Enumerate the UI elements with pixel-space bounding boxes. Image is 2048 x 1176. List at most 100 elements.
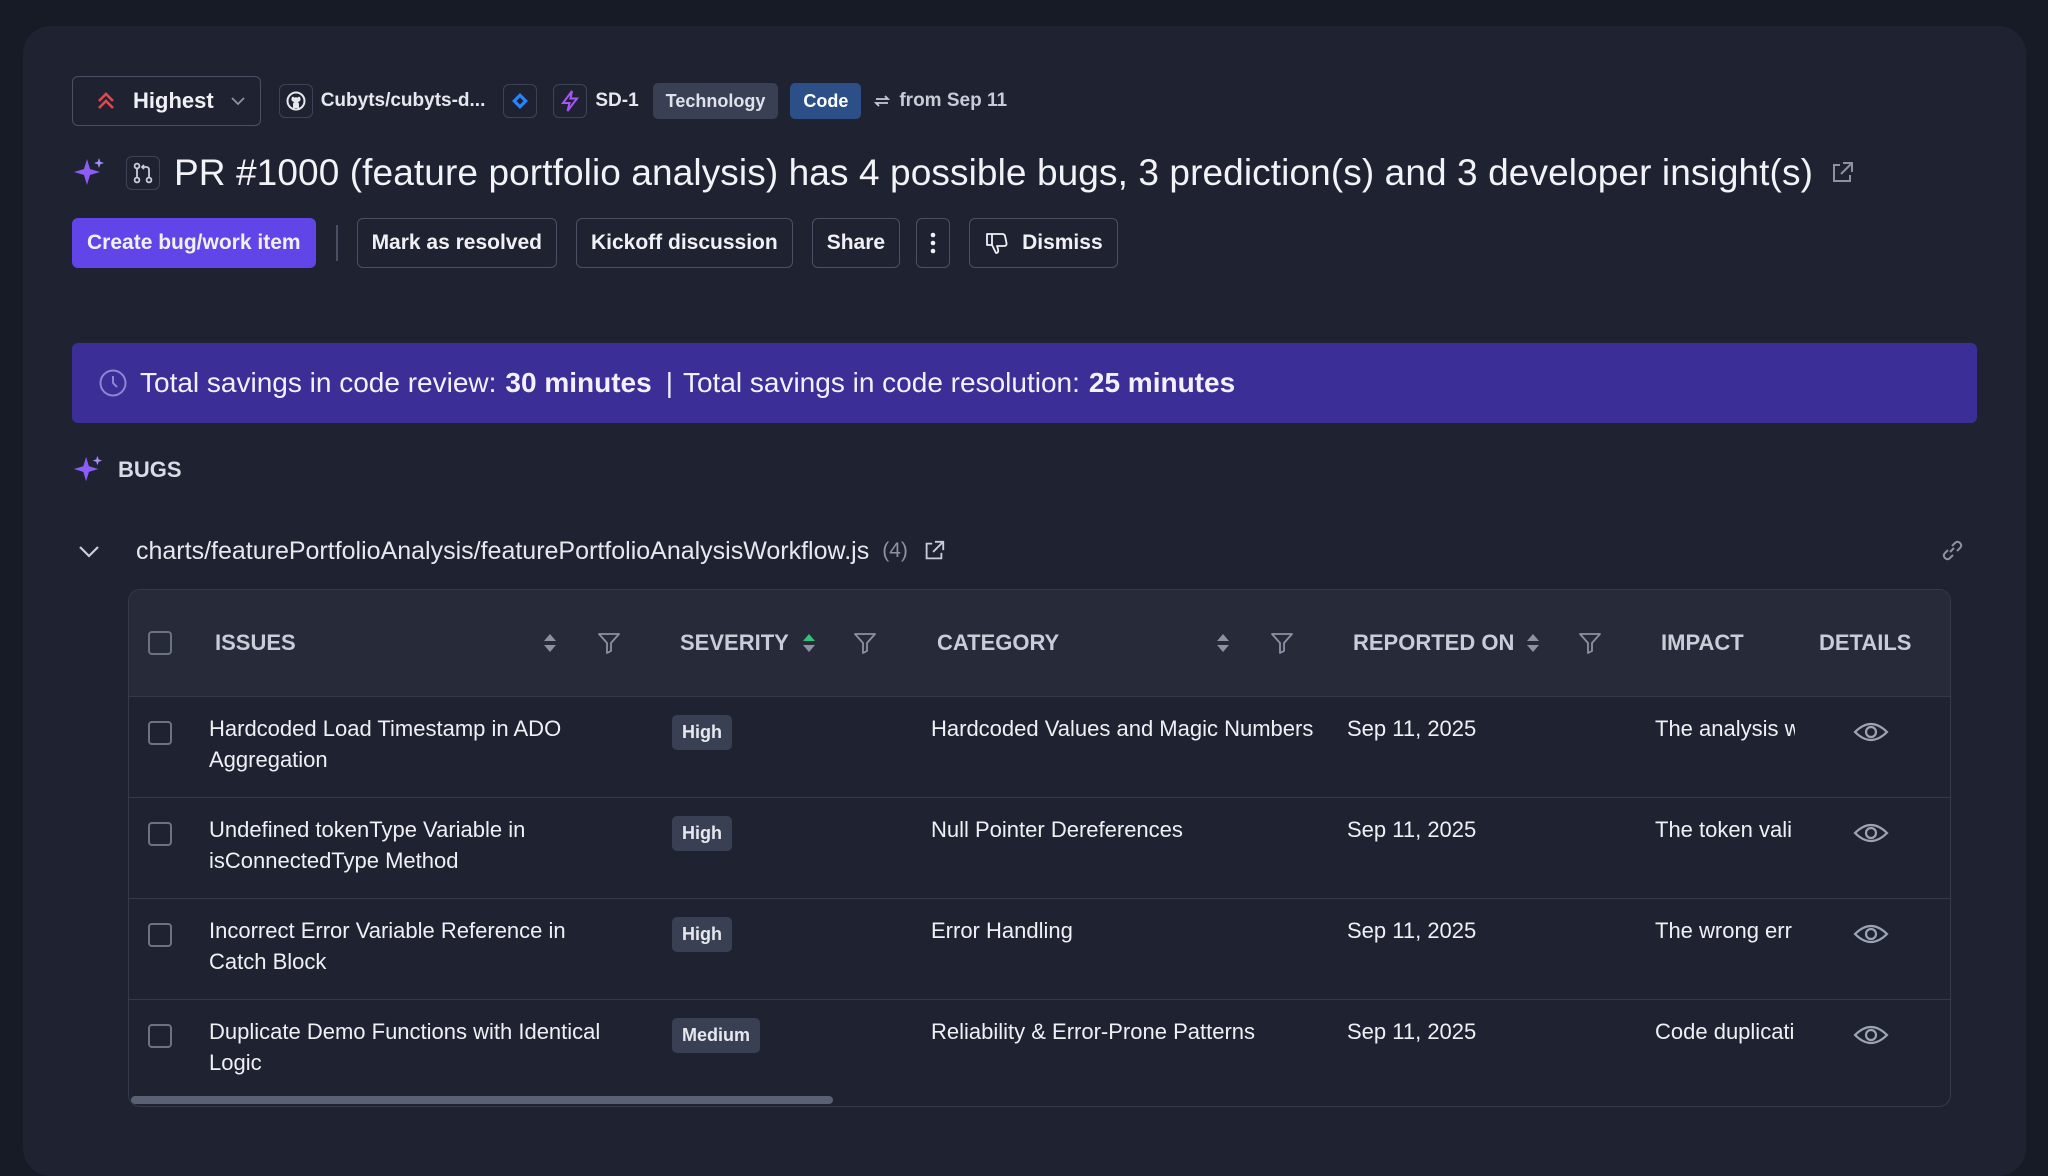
tag-technology: Technology: [652, 83, 779, 119]
divider: [335, 225, 338, 261]
page-title: PR #1000 (feature portfolio analysis) ha…: [174, 152, 1814, 193]
column-impact: IMPACT: [1661, 630, 1744, 655]
file-path[interactable]: charts/featurePortfolioAnalysis/featureP…: [136, 537, 869, 566]
resolution-savings-value: 25 minutes: [1088, 367, 1236, 398]
from-date: from Sep 11: [873, 90, 1007, 112]
meta-chips: Highest Cubyts/cubyts-d... SD-1 Technolo…: [72, 76, 1977, 126]
sort-issues[interactable]: [543, 590, 557, 696]
chevron-down-icon: [231, 97, 245, 106]
category-cell: Hardcoded Values and Magic Numbers: [931, 716, 1314, 741]
sparkle-icon: [73, 455, 103, 482]
table-row[interactable]: Undefined tokenType Variable in isConnec…: [129, 797, 1950, 898]
action-bar: Create bug/work item Mark as resolved Ki…: [72, 218, 1977, 268]
priority-dropdown[interactable]: Highest: [72, 76, 261, 126]
view-details-button[interactable]: [1853, 921, 1889, 953]
link-icon[interactable]: [1939, 537, 1965, 563]
review-savings-label: Total savings in code review:: [140, 367, 497, 398]
bugs-section-header: BUGS: [72, 454, 1977, 486]
column-severity: SEVERITY: [680, 630, 789, 655]
impact-cell: The wrong err: [1655, 918, 1792, 943]
column-reported-on: REPORTED ON: [1353, 630, 1515, 655]
sort-icon: [803, 634, 815, 652]
horizontal-scrollbar[interactable]: [129, 1094, 1950, 1106]
filter-reported-on[interactable]: [1578, 590, 1602, 696]
severity-cell: High: [672, 715, 732, 750]
reported-on-cell: Sep 11, 2025: [1347, 716, 1477, 741]
from-label: from Sep 11: [899, 90, 1008, 111]
table-row[interactable]: Incorrect Error Variable Reference in Ca…: [129, 898, 1950, 999]
filter-severity[interactable]: [853, 590, 877, 696]
clock-icon: [99, 369, 127, 397]
severity-cell: Medium: [672, 1018, 761, 1053]
more-options-button[interactable]: [916, 218, 951, 268]
banner-divider: |: [665, 367, 673, 398]
severity-badge: High: [672, 917, 732, 952]
severity-cell: High: [672, 816, 732, 851]
row-checkbox[interactable]: [148, 923, 172, 947]
category-cell: Null Pointer Dereferences: [931, 817, 1183, 842]
issue-title[interactable]: Undefined tokenType Variable in isConnec…: [209, 814, 629, 876]
column-details: DETAILS: [1819, 630, 1912, 655]
repo-link[interactable]: Cubyts/cubyts-d...: [278, 84, 486, 118]
severity-badge: Medium: [672, 1018, 761, 1053]
content: Highest Cubyts/cubyts-d... SD-1 Technolo…: [72, 76, 1977, 1107]
row-checkbox[interactable]: [148, 822, 172, 846]
title-row: PR #1000 (feature portfolio analysis) ha…: [72, 148, 1977, 198]
scrollbar-thumb[interactable]: [131, 1096, 833, 1104]
sort-icon: [1217, 634, 1229, 652]
table-header: ISSUES SEVERITY CATEGORY REPORTED ON IMP…: [129, 590, 1950, 696]
mark-resolved-button[interactable]: Mark as resolved: [356, 218, 557, 268]
issue-title[interactable]: Hardcoded Load Timestamp in ADO Aggregat…: [209, 713, 629, 775]
filter-icon: [854, 633, 876, 654]
eye-icon: [1853, 722, 1889, 742]
view-details-button[interactable]: [1853, 719, 1889, 751]
eye-icon: [1853, 1025, 1889, 1045]
table-row[interactable]: Duplicate Demo Functions with Identical …: [129, 999, 1950, 1100]
filter-category[interactable]: [1270, 590, 1294, 696]
resolution-savings-label: Total savings in code resolution:: [682, 367, 1080, 398]
filter-icon: [1579, 633, 1601, 654]
sort-reported-on[interactable]: [1526, 590, 1540, 696]
file-group-header: charts/featurePortfolioAnalysis/featureP…: [72, 531, 1977, 571]
create-bug-button[interactable]: Create bug/work item: [72, 218, 316, 268]
repo-label: Cubyts/cubyts-d...: [320, 90, 486, 111]
view-details-button[interactable]: [1853, 1022, 1889, 1054]
filter-issues[interactable]: [597, 590, 621, 696]
impact-cell: The analysis w: [1655, 716, 1795, 741]
reported-on-cell: Sep 11, 2025: [1347, 1019, 1477, 1044]
issue-title[interactable]: Incorrect Error Variable Reference in Ca…: [209, 915, 629, 977]
kickoff-discussion-button[interactable]: Kickoff discussion: [576, 218, 793, 268]
chevron-down-icon[interactable]: [76, 538, 102, 564]
review-savings-value: 30 minutes: [505, 367, 652, 398]
ticket-link[interactable]: SD-1: [553, 84, 639, 118]
external-link-icon[interactable]: [922, 539, 946, 563]
row-checkbox[interactable]: [148, 721, 172, 745]
issue-title[interactable]: Duplicate Demo Functions with Identical …: [209, 1016, 629, 1078]
jira-icon[interactable]: [503, 84, 538, 118]
sort-icon: [544, 634, 556, 652]
category-cell: Error Handling: [931, 918, 1073, 943]
lightning-icon: [553, 84, 588, 118]
view-details-button[interactable]: [1853, 820, 1889, 852]
dismiss-button[interactable]: Dismiss: [969, 218, 1118, 268]
share-button[interactable]: Share: [811, 218, 901, 268]
column-issues: ISSUES: [215, 630, 296, 655]
file-bug-count: (4): [882, 539, 908, 562]
dismiss-label: Dismiss: [1022, 231, 1103, 254]
severity-badge: High: [672, 715, 732, 750]
select-all-checkbox[interactable]: [148, 631, 172, 655]
sparkle-icon: [74, 158, 104, 185]
row-checkbox[interactable]: [148, 1024, 172, 1048]
eye-icon: [1853, 924, 1889, 944]
select-all: [148, 590, 172, 696]
bugs-table: ISSUES SEVERITY CATEGORY REPORTED ON IMP…: [128, 589, 1951, 1107]
external-link-icon[interactable]: [1829, 160, 1855, 186]
impact-cell: The token vali: [1655, 817, 1792, 842]
reported-on-cell: Sep 11, 2025: [1347, 918, 1477, 943]
sort-category[interactable]: [1216, 590, 1230, 696]
main-panel: Highest Cubyts/cubyts-d... SD-1 Technolo…: [23, 26, 2026, 1176]
filter-icon: [598, 633, 620, 654]
table-row[interactable]: Hardcoded Load Timestamp in ADO Aggregat…: [129, 696, 1950, 797]
severity-cell: High: [672, 917, 732, 952]
sort-severity[interactable]: [802, 590, 816, 696]
